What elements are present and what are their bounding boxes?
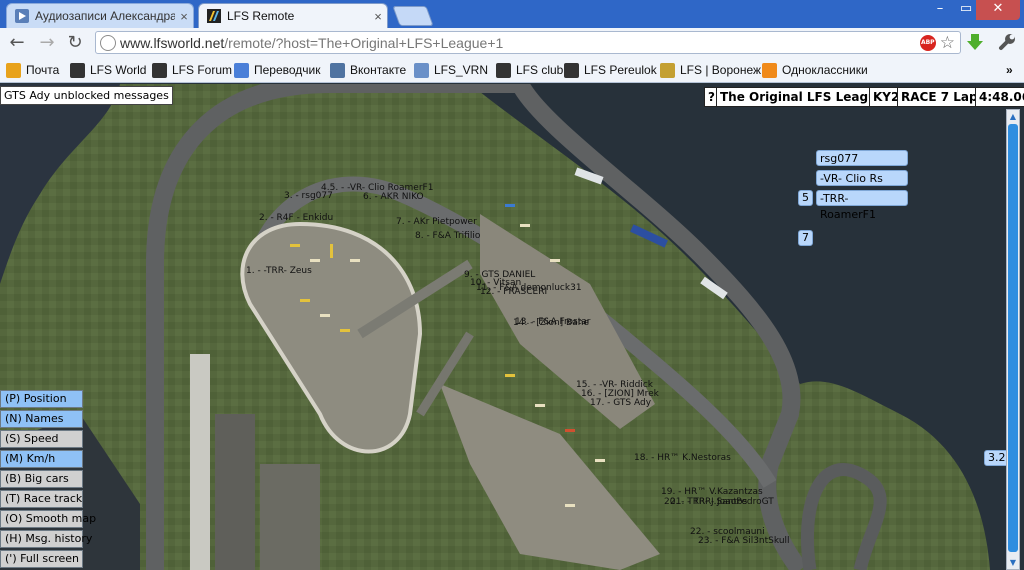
option-toggle[interactable]: (T) Race track xyxy=(0,490,83,508)
option-toggle[interactable]: (N) Names xyxy=(0,410,83,428)
scroll-up-icon[interactable]: ▲ xyxy=(1007,110,1019,123)
position-tag[interactable]: 7 xyxy=(798,230,813,246)
driver-label[interactable]: 1. - -TRR- Zeus xyxy=(246,266,312,276)
driver-label[interactable]: 18. - HR™ K.Nestoras xyxy=(634,453,731,463)
option-toggle[interactable]: (O) Smooth map xyxy=(0,510,96,528)
driver-label[interactable]: 8. - F&A Trifilio xyxy=(415,231,480,241)
pit-building xyxy=(215,414,255,570)
bookmark-label: LFS Pereulok xyxy=(584,63,657,77)
option-toggle[interactable]: (M) Km/h xyxy=(0,450,83,468)
close-tab-icon[interactable]: × xyxy=(175,9,193,24)
bookmark-item[interactable]: LFS Forum xyxy=(152,61,232,79)
bookmark-label: Переводчик xyxy=(254,63,321,77)
scroll-down-icon[interactable]: ▼ xyxy=(1007,556,1019,569)
toolbar: ← → ↻ www.lfsworld.net/remote/?host=The+… xyxy=(0,28,1024,58)
close-tab-icon[interactable]: × xyxy=(369,9,387,24)
bookmark-item[interactable]: Одноклассники xyxy=(762,61,868,79)
download-icon[interactable] xyxy=(964,32,986,54)
zoom-scrollbar[interactable]: ▲ ▼ xyxy=(1006,109,1020,570)
car-tag[interactable]: -VR- Clio Rs xyxy=(816,170,908,186)
lfs-icon xyxy=(496,62,511,78)
driver-label[interactable]: 14. - [Zion] Bane xyxy=(513,318,589,328)
bookmark-label: Вконтакте xyxy=(350,63,407,77)
option-toggle[interactable]: (B) Big cars xyxy=(0,470,83,488)
reload-button[interactable]: ↻ xyxy=(64,32,86,54)
option-toggle[interactable]: (') Full screen xyxy=(0,550,83,568)
driver-label[interactable]: 6. - AKR NIKO xyxy=(363,192,424,202)
lfs-remote-map[interactable]: 1. - -TRR- Zeus 2. - R4F - Enkidu 3. - rsg… xyxy=(0,84,1024,570)
mail-icon xyxy=(6,62,21,78)
driver-label[interactable]: 7. - AKr Pietpower xyxy=(396,217,477,227)
pit-lane xyxy=(190,354,210,570)
bookmark-item[interactable]: LFS Pereulok xyxy=(564,61,657,79)
race-time: 4:48.06 xyxy=(975,87,1024,107)
driver-label[interactable]: 19. - HR™ V.Kazantzas xyxy=(661,487,763,497)
option-toggle[interactable]: (S) Speed xyxy=(0,430,83,448)
url-path: /remote/?host=The+Original+LFS+League+1 xyxy=(224,34,504,51)
bookmark-item[interactable]: Переводчик xyxy=(234,61,321,79)
lfs-icon xyxy=(207,9,221,23)
adblock-icon[interactable]: ABP xyxy=(919,34,936,51)
lock-icon xyxy=(660,62,675,78)
bookmark-label: LFS Forum xyxy=(172,63,233,77)
lfs-icon xyxy=(564,62,579,78)
tab-audio[interactable]: Аудиозаписи Александра Н × xyxy=(6,3,194,28)
url-text[interactable]: www.lfsworld.net/remote/?host=The+Origin… xyxy=(120,35,920,51)
option-toggle[interactable]: (H) Msg. history xyxy=(0,530,92,548)
bookmark-star-icon[interactable]: ☆ xyxy=(940,33,955,53)
driver-label[interactable]: 12. - FRASCERI xyxy=(480,287,547,297)
back-button[interactable]: ← xyxy=(6,32,28,54)
bookmark-label: Почта xyxy=(26,63,60,77)
bookmark-label: LFS World xyxy=(90,63,147,77)
play-icon xyxy=(15,9,29,23)
pit-building xyxy=(260,464,320,570)
messages-button[interactable]: GTS Ady unblocked messages xyxy=(0,86,173,105)
page-icon xyxy=(100,34,116,51)
option-toggle[interactable]: (P) Position xyxy=(0,390,83,408)
bookmark-label: LFS club xyxy=(516,63,564,77)
driver-label[interactable]: 21. - TRR- JoaoPedroGT xyxy=(670,497,774,507)
car-tag[interactable]: rsg077 xyxy=(816,150,908,166)
lfs-icon xyxy=(70,62,85,78)
ok-icon xyxy=(762,62,777,78)
bookmark-label: LFS | Воронеж xyxy=(680,63,762,77)
vk-icon xyxy=(330,62,345,78)
bookmark-label: LFS_VRN xyxy=(434,63,489,77)
diamond-icon xyxy=(414,62,429,78)
driver-label[interactable]: 2. - R4F - Enkidu xyxy=(259,213,333,223)
address-bar[interactable]: www.lfsworld.net/remote/?host=The+Origin… xyxy=(95,31,961,54)
position-tag[interactable]: 5 xyxy=(798,190,813,206)
bookmark-item[interactable]: LFS_VRN xyxy=(414,61,488,79)
bookmark-item[interactable]: Вконтакте xyxy=(330,61,406,79)
driver-label[interactable]: 23. - F&A Sil3ntSkull xyxy=(698,536,790,546)
driver-label[interactable]: 17. - GTS Ady xyxy=(590,398,651,408)
bookmark-item[interactable]: Почта xyxy=(6,61,59,79)
scroll-thumb[interactable] xyxy=(1008,124,1018,552)
bookmark-label: Одноклассники xyxy=(782,63,868,77)
tab-title: LFS Remote xyxy=(227,9,295,23)
lfs-icon xyxy=(152,62,167,78)
bookmark-item[interactable]: LFS World xyxy=(70,61,146,79)
car-tag[interactable]: -TRR- RoamerF1 xyxy=(816,190,908,221)
translate-icon xyxy=(234,62,249,78)
bookmark-item[interactable]: LFS | Воронеж xyxy=(660,61,761,79)
forward-button[interactable]: → xyxy=(36,32,58,54)
tab-title: Аудиозаписи Александра Н xyxy=(35,9,175,23)
bookmark-item[interactable]: LFS club xyxy=(496,61,563,79)
tab-strip: Аудиозаписи Александра Н × LFS Remote × … xyxy=(0,0,1024,28)
url-host: www.lfsworld.net xyxy=(120,34,225,51)
bookmarks-more-button[interactable]: » xyxy=(1006,61,1013,79)
tab-lfs-remote[interactable]: LFS Remote × xyxy=(198,3,388,28)
window-close-button[interactable]: ✕ xyxy=(976,0,1020,20)
wrench-icon[interactable] xyxy=(996,32,1018,54)
new-tab-button[interactable] xyxy=(392,6,434,26)
bookmarks-bar: Почта LFS World LFS Forum Переводчик Вконтак… xyxy=(0,58,1024,83)
